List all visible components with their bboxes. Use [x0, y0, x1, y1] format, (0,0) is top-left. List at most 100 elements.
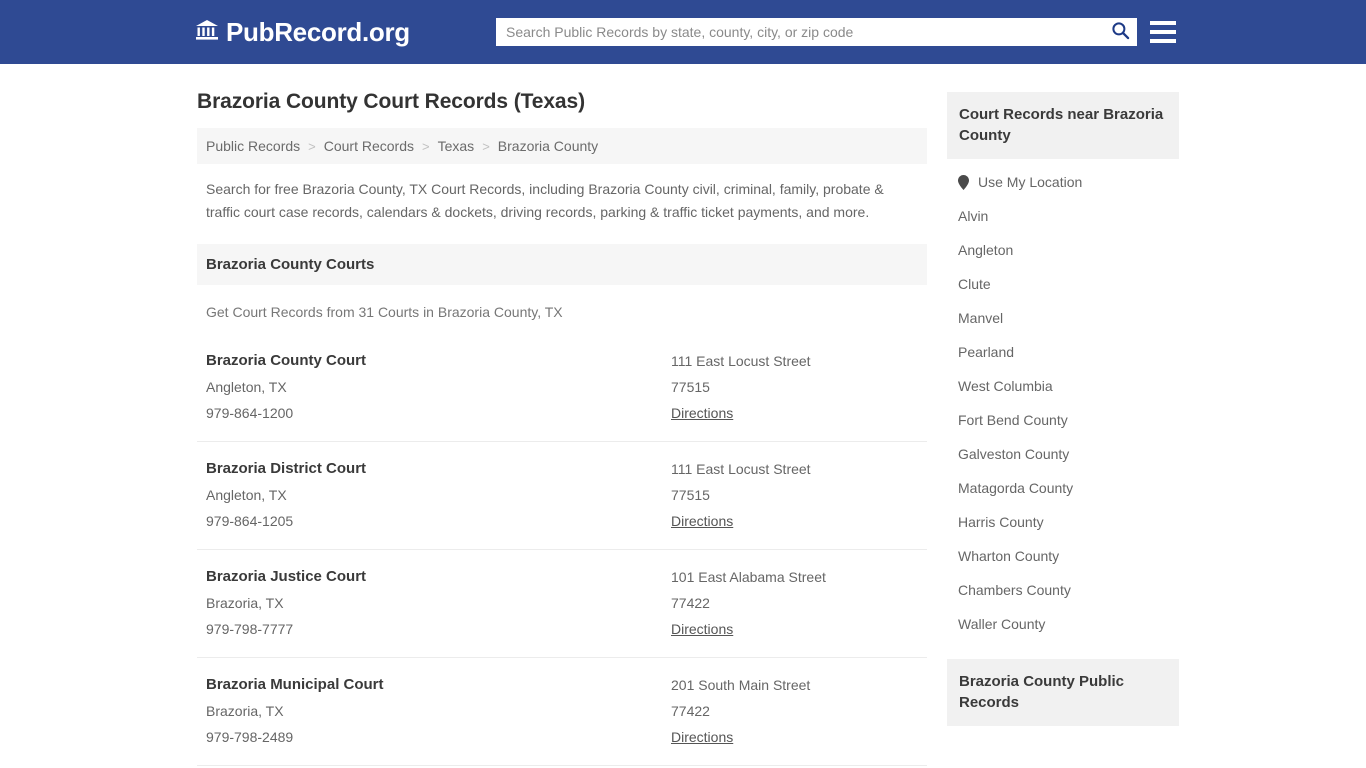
breadcrumb-item-public-records[interactable]: Public Records [206, 138, 300, 154]
court-info-left: Brazoria Justice Court Brazoria, TX 979-79… [206, 564, 671, 642]
breadcrumb: Public Records > Court Records > Texas > Brazo… [197, 128, 927, 164]
nearby-records-title: Court Records near Brazoria County [947, 92, 1179, 159]
nearby-place-label: Harris County [958, 514, 1044, 530]
court-street-address: 201 South Main Street [671, 677, 811, 693]
court-phone: 979-864-1200 [206, 405, 294, 421]
breadcrumb-item-texas[interactable]: Texas [438, 138, 475, 154]
court-row: Brazoria Justice Court Brazoria, TX 979-79… [197, 549, 927, 657]
nearby-place-clute[interactable]: Clute [947, 267, 1179, 301]
nearby-place-pearland[interactable]: Pearland [947, 335, 1179, 369]
directions-link[interactable]: Directions [671, 400, 733, 426]
hamburger-bar [1150, 39, 1176, 43]
court-info-left: Brazoria Municipal Court Brazoria, TX 979-… [206, 672, 671, 750]
court-city-state: Brazoria, TX [206, 703, 284, 719]
section-header-courts: Brazoria County Courts [197, 244, 927, 285]
nearby-records-list: Use My Location Alvin Angleton Clute Manvel… [947, 159, 1179, 641]
nearby-place-angleton[interactable]: Angleton [947, 233, 1179, 267]
court-name-link[interactable]: Brazoria County Court [206, 348, 671, 374]
breadcrumb-separator: > [422, 138, 430, 154]
hamburger-menu-icon[interactable] [1150, 17, 1176, 47]
nearby-place-fort-bend-county[interactable]: Fort Bend County [947, 403, 1179, 437]
court-street-address: 101 East Alabama Street [671, 569, 826, 585]
directions-link[interactable]: Directions [671, 724, 733, 750]
site-brand-name: PubRecord.org [226, 17, 410, 47]
nearby-place-label: Waller County [958, 616, 1046, 632]
nearby-place-waller-county[interactable]: Waller County [947, 607, 1179, 641]
court-info-left: Brazoria District Court Angleton, TX 979-8… [206, 456, 671, 534]
directions-wrapper: Directions [671, 616, 918, 642]
court-name-link[interactable]: Brazoria Municipal Court [206, 672, 671, 698]
court-info-right: 111 East Locust Street 77515 Directions [671, 456, 918, 534]
court-zip-code: 77422 [671, 595, 710, 611]
directions-wrapper: Directions [671, 724, 918, 750]
court-street-address: 111 East Locust Street [671, 461, 811, 477]
court-name-link[interactable]: Brazoria District Court [206, 456, 671, 482]
court-city-state: Angleton, TX [206, 379, 287, 395]
court-row: Brazoria County Court Angleton, TX 979-864… [197, 334, 927, 441]
nearby-place-wharton-county[interactable]: Wharton County [947, 539, 1179, 573]
use-my-location-label: Use My Location [978, 174, 1083, 190]
court-zip-code: 77422 [671, 703, 710, 719]
breadcrumb-separator: > [308, 138, 316, 154]
court-info-right: 201 South Main Street 77422 Directions [671, 672, 918, 750]
nearby-place-label: Manvel [958, 310, 1004, 326]
nearby-place-label: Matagorda County [958, 480, 1074, 496]
bank-building-icon [195, 18, 219, 47]
nearby-place-label: West Columbia [958, 378, 1053, 394]
directions-wrapper: Directions [671, 400, 918, 426]
nearby-place-label: Galveston County [958, 446, 1070, 462]
court-name-link[interactable]: Brazoria Justice Court [206, 564, 671, 590]
nearby-place-label: Chambers County [958, 582, 1071, 598]
nearby-place-harris-county[interactable]: Harris County [947, 505, 1179, 539]
nearby-place-chambers-county[interactable]: Chambers County [947, 573, 1179, 607]
breadcrumb-item-brazoria-county: Brazoria County [497, 138, 599, 154]
court-info-left: Brazoria County Court Angleton, TX 979-864… [206, 348, 671, 426]
content-container: Brazoria County Court Records (Texas) Pu… [197, 64, 1179, 768]
public-records-title: Brazoria County Public Records [947, 659, 1179, 726]
map-pin-icon [958, 174, 969, 190]
court-street-address: 111 East Locust Street [671, 353, 811, 369]
nearby-place-label: Angleton [958, 242, 1014, 258]
nearby-place-label: Wharton County [958, 548, 1060, 564]
site-logo-link[interactable]: PubRecord.org [195, 18, 410, 47]
court-phone: 979-798-2489 [206, 729, 294, 745]
directions-link[interactable]: Directions [671, 616, 733, 642]
nearby-place-west-columbia[interactable]: West Columbia [947, 369, 1179, 403]
sidebar: Court Records near Brazoria County Use M… [947, 64, 1179, 726]
search-button[interactable] [1103, 18, 1137, 46]
search-icon [1111, 21, 1130, 43]
nearby-place-matagorda-county[interactable]: Matagorda County [947, 471, 1179, 505]
court-info-right: 101 East Alabama Street 77422 Directions [671, 564, 918, 642]
breadcrumb-item-court-records[interactable]: Court Records [324, 138, 414, 154]
court-row: Brazoria District Court Angleton, TX 979-8… [197, 441, 927, 549]
page-title: Brazoria County Court Records (Texas) [197, 90, 585, 113]
court-city-state: Angleton, TX [206, 487, 287, 503]
court-info-right: 111 East Locust Street 77515 Directions [671, 348, 918, 426]
search-bar [496, 18, 1137, 46]
court-phone: 979-798-7777 [206, 621, 294, 637]
hamburger-bar [1150, 21, 1176, 25]
page-body: Brazoria County Court Records (Texas) Pu… [0, 64, 1366, 768]
nearby-place-manvel[interactable]: Manvel [947, 301, 1179, 335]
nearby-records-panel: Court Records near Brazoria County Use M… [947, 92, 1179, 641]
page-description: Search for free Brazoria County, TX Cour… [206, 181, 884, 220]
court-list: Brazoria County Court Angleton, TX 979-864… [197, 334, 927, 768]
nearby-place-label: Fort Bend County [958, 412, 1068, 428]
site-header: PubRecord.org [0, 0, 1366, 64]
court-phone: 979-864-1205 [206, 513, 294, 529]
nearby-place-label: Clute [958, 276, 991, 292]
main-column: Brazoria County Court Records (Texas) Pu… [197, 64, 927, 768]
section-subtitle: Get Court Records from 31 Courts in Braz… [206, 304, 563, 320]
court-zip-code: 77515 [671, 487, 710, 503]
directions-wrapper: Directions [671, 508, 918, 534]
search-input[interactable] [496, 18, 1103, 46]
nearby-places-container: Alvin Angleton Clute Manvel Pearland West Col… [947, 199, 1179, 641]
directions-link[interactable]: Directions [671, 508, 733, 534]
court-row: Brazoria Municipal Court Brazoria, TX 979-… [197, 657, 927, 765]
nearby-place-galveston-county[interactable]: Galveston County [947, 437, 1179, 471]
court-zip-code: 77515 [671, 379, 710, 395]
nearby-place-label: Alvin [958, 208, 989, 224]
nearby-place-alvin[interactable]: Alvin [947, 199, 1179, 233]
court-city-state: Brazoria, TX [206, 595, 284, 611]
use-my-location-button[interactable]: Use My Location [947, 165, 1179, 199]
